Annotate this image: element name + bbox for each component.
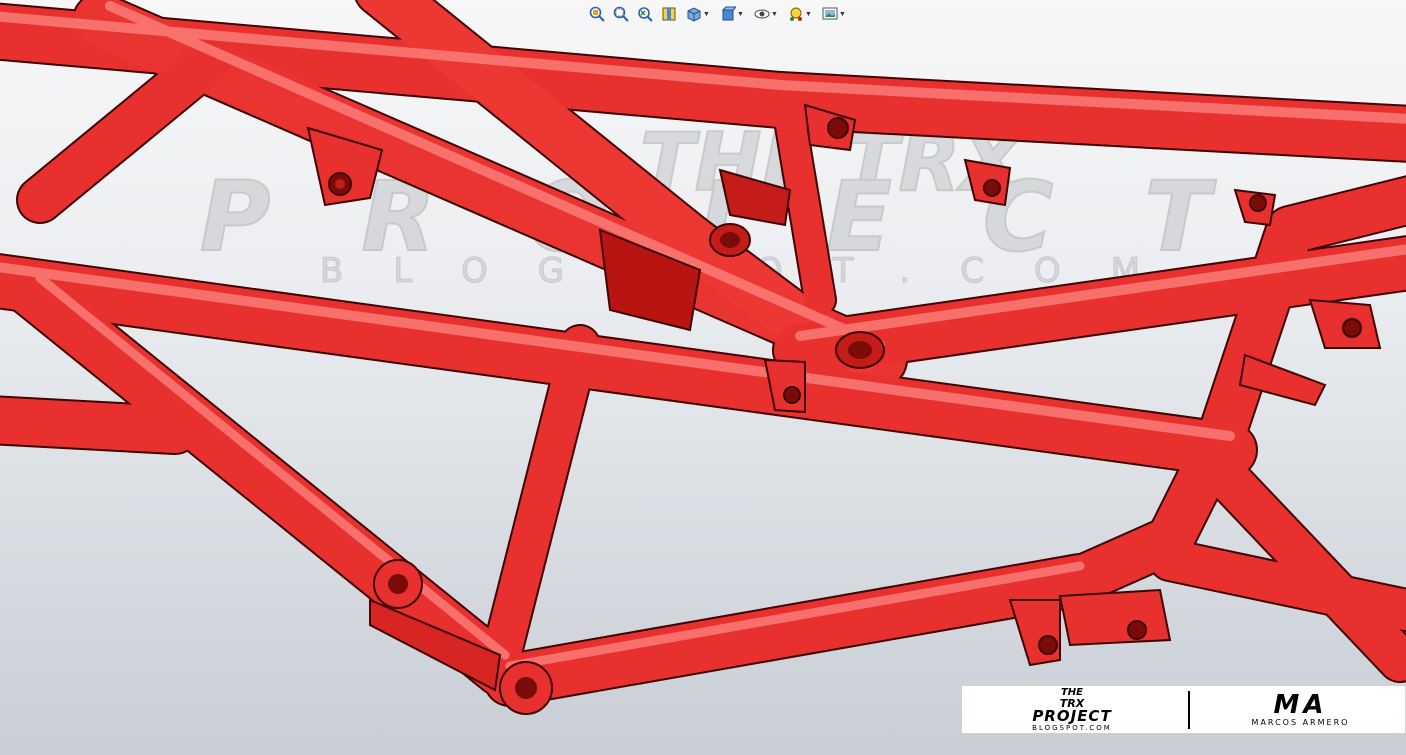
zoom-to-fit-button[interactable] [586, 4, 608, 24]
hide-show-items-icon [754, 9, 770, 19]
heads-up-view-toolbar: ▼ ▼ ▼ ▼ ▼ [586, 3, 850, 25]
graphics-area[interactable]: THE TRX PROJECT BLOGSPOT.COM [0, 0, 1406, 755]
edit-appearance-button[interactable]: ▼ [784, 4, 816, 24]
edit-appearance-dropdown-icon: ▼ [805, 10, 812, 18]
zoom-to-fit-icon [589, 6, 605, 22]
view-orientation-icon [687, 7, 701, 22]
edit-appearance-icon [790, 7, 803, 21]
previous-view-button[interactable] [634, 4, 656, 24]
view-orientation-dropdown-icon: ▼ [703, 10, 710, 18]
marcos-armero-logo: MA MARCOS ARMERO [1196, 686, 1405, 733]
tube-fills [0, 0, 1406, 705]
display-style-button[interactable]: ▼ [716, 4, 748, 24]
frame-model-canvas[interactable]: THE TRX PROJECT BLOGSPOT.COM [0, 0, 1406, 755]
apply-scene-icon [822, 7, 838, 20]
zoom-to-area-button[interactable] [610, 4, 632, 24]
section-view-icon [662, 7, 676, 21]
logo-right-mark: MA [1273, 690, 1328, 720]
author-logo-banner: THE TRX PROJECT BLOGSPOT.COM MA MARCOS A… [962, 686, 1405, 733]
bracket-lower-right [1008, 588, 1172, 667]
display-style-icon [721, 6, 737, 21]
display-style-dropdown-icon: ▼ [737, 10, 744, 18]
trx-project-logo: THE TRX PROJECT BLOGSPOT.COM [962, 686, 1182, 733]
logo-divider [1188, 690, 1190, 729]
logo-left-line3: PROJECT [1032, 706, 1112, 725]
hide-show-items-dropdown-icon: ▼ [771, 10, 778, 18]
section-view-button[interactable] [658, 4, 680, 24]
logo-left-line4: BLOGSPOT.COM [1032, 723, 1112, 732]
apply-scene-dropdown-icon: ▼ [839, 10, 846, 18]
logo-left-line1: THE [1060, 686, 1084, 698]
view-orientation-button[interactable]: ▼ [682, 4, 714, 24]
hide-show-items-button[interactable]: ▼ [750, 4, 782, 24]
zoom-to-area-icon [613, 6, 629, 22]
apply-scene-button[interactable]: ▼ [818, 4, 850, 24]
frame-tubes[interactable] [0, 0, 1406, 707]
previous-view-icon [638, 7, 653, 22]
logo-right-name: MARCOS ARMERO [1251, 718, 1350, 727]
